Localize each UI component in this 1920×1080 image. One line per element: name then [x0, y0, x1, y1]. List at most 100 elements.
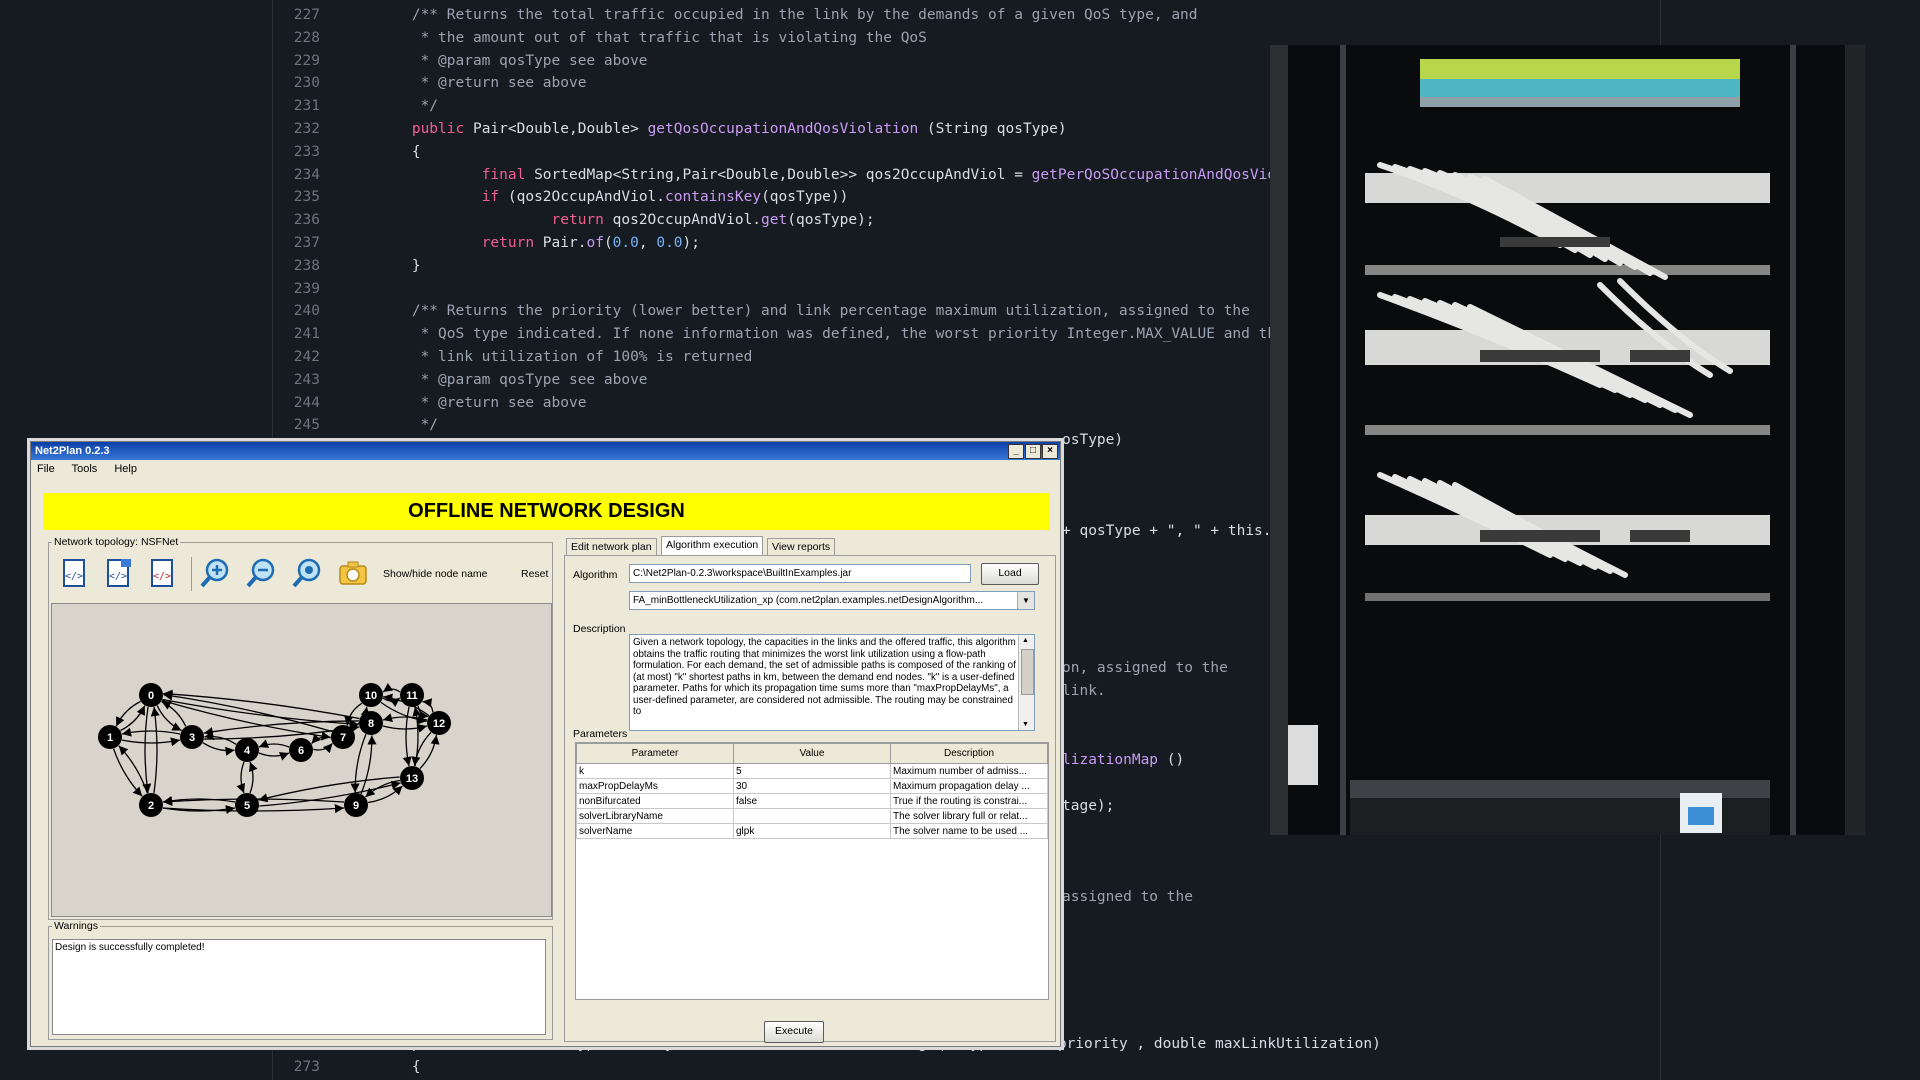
menu-bar: File Tools Help: [31, 460, 1060, 478]
screenshot-icon[interactable]: [337, 557, 369, 589]
description-text[interactable]: Given a network topology, the capacities…: [629, 634, 1035, 731]
menu-help[interactable]: Help: [114, 463, 137, 475]
scrollbar-thumb[interactable]: [1021, 649, 1034, 695]
topology-link[interactable]: [150, 706, 160, 794]
reset-button[interactable]: Reset: [521, 568, 548, 580]
column-description[interactable]: Description: [890, 743, 1048, 764]
topology-link[interactable]: [156, 705, 182, 732]
column-value[interactable]: Value: [733, 743, 891, 764]
param-description-cell: Maximum number of admiss...: [890, 763, 1048, 779]
topology-node[interactable]: 10: [359, 683, 383, 707]
topology-node[interactable]: 13: [400, 766, 424, 790]
node-label: 3: [189, 732, 195, 744]
zoom-out-icon[interactable]: [245, 557, 277, 589]
code-text: * link utilization of 100% is returned: [342, 349, 753, 365]
svg-text:</>: </>: [153, 571, 171, 582]
topology-node[interactable]: 6: [289, 738, 313, 762]
topology-node[interactable]: 3: [180, 725, 204, 749]
topology-node[interactable]: 9: [344, 793, 368, 817]
topology-link[interactable]: [419, 734, 440, 770]
node-label: 1: [107, 732, 113, 744]
menu-file[interactable]: File: [37, 463, 55, 475]
line-number: 238: [293, 257, 320, 274]
menu-tools[interactable]: Tools: [72, 463, 98, 475]
scroll-up-icon[interactable]: ▲: [1022, 635, 1029, 647]
load-design-icon[interactable]: </>: [59, 557, 91, 589]
window-titlebar[interactable]: Net2Plan 0.2.3 _ □ ×: [31, 442, 1060, 460]
topology-node[interactable]: 8: [359, 711, 383, 735]
topology-link[interactable]: [204, 731, 237, 745]
line-number: 227: [293, 7, 320, 23]
column-parameter[interactable]: Parameter: [576, 743, 734, 764]
table-row[interactable]: k 5 Maximum number of admiss...: [576, 763, 1048, 779]
topology-link[interactable]: [202, 742, 235, 756]
topology-node[interactable]: 0: [139, 683, 163, 707]
chevron-down-icon[interactable]: ▼: [1017, 592, 1034, 609]
param-value-cell[interactable]: false: [733, 793, 891, 809]
code-fragment: + qosType + ", " + this.c: [1062, 523, 1281, 539]
code-text: }: [342, 257, 421, 274]
code-fragment: assigned to the: [1062, 889, 1193, 905]
topology-link[interactable]: [368, 785, 403, 804]
toolbar-separator: [191, 557, 192, 591]
warnings-panel: Warnings Design is successfully complete…: [48, 920, 553, 1040]
zoom-in-icon[interactable]: [199, 557, 231, 589]
topology-link[interactable]: [382, 724, 428, 733]
topology-link[interactable]: [249, 761, 258, 794]
table-row[interactable]: nonBifurcated false True if the routing is…: [576, 793, 1048, 809]
close-button[interactable]: ×: [1042, 444, 1058, 459]
topology-label: Network topology: NSFNet: [52, 536, 181, 548]
execute-button[interactable]: Execute: [764, 1021, 824, 1043]
param-value-cell[interactable]: 30: [733, 778, 891, 794]
node-label: 13: [406, 773, 418, 785]
topology-node[interactable]: 11: [400, 683, 424, 707]
table-row[interactable]: solverName glpk The solver name to be used…: [576, 823, 1048, 839]
topology-link[interactable]: [120, 705, 146, 732]
table-row[interactable]: maxPropDelayMs 30 Maximum propagation dela…: [576, 778, 1048, 794]
topology-link[interactable]: [115, 700, 141, 727]
param-value-cell[interactable]: [733, 808, 891, 824]
topology-link[interactable]: [258, 739, 290, 748]
load-traffic-icon[interactable]: </>: [147, 557, 179, 589]
topology-link[interactable]: [422, 698, 434, 713]
topology-link[interactable]: [365, 779, 400, 798]
code-text: if (qos2OccupAndViol.containsKey(qosType…: [481, 189, 849, 206]
maximize-button[interactable]: □: [1025, 444, 1041, 459]
scroll-down-icon[interactable]: ▼: [1022, 719, 1029, 731]
param-value-cell[interactable]: glpk: [733, 823, 891, 839]
tab-algorithm-execution[interactable]: Algorithm execution: [661, 536, 764, 556]
warnings-label: Warnings: [52, 920, 100, 932]
tab-view-reports[interactable]: View reports: [767, 538, 836, 556]
node-label: 2: [148, 800, 154, 812]
code-text: /** Returns the priority (lower better) …: [342, 303, 1250, 320]
topology-link[interactable]: [311, 733, 331, 745]
description-scrollbar[interactable]: ▲ ▼: [1018, 635, 1034, 730]
minimize-button[interactable]: _: [1008, 444, 1024, 459]
save-design-icon[interactable]: </>: [103, 557, 135, 589]
tab-edit-network-plan[interactable]: Edit network plan: [566, 538, 657, 556]
topology-node[interactable]: 2: [139, 793, 163, 817]
topology-node[interactable]: 1: [98, 725, 122, 749]
node-label: 4: [244, 745, 251, 757]
algorithm-class-select[interactable]: FA_minBottleneckUtilization_xp (com.net2…: [629, 591, 1035, 610]
param-value-cell[interactable]: 5: [733, 763, 891, 779]
topology-link[interactable]: [258, 752, 290, 761]
topology-node[interactable]: 4: [235, 738, 259, 762]
topology-node[interactable]: 5: [235, 793, 259, 817]
zoom-all-icon[interactable]: [291, 557, 323, 589]
topology-node[interactable]: 7: [331, 725, 355, 749]
topology-link[interactable]: [313, 742, 333, 754]
load-button[interactable]: Load: [981, 563, 1039, 585]
algorithm-path-field[interactable]: C:\Net2Plan-0.2.3\workspace\BuiltInExamp…: [629, 564, 971, 583]
show-hide-node-names-button[interactable]: Show/hide node name: [383, 568, 488, 580]
topology-canvas[interactable]: 0 1 2 3 4 5 6 7 8 9 10 11 12 13: [51, 603, 552, 917]
topology-link[interactable]: [121, 737, 181, 747]
table-row[interactable]: solverLibraryName The solver library full…: [576, 808, 1048, 824]
topology-link[interactable]: [121, 727, 181, 737]
topology-link[interactable]: [142, 706, 152, 794]
topology-link[interactable]: [161, 700, 187, 727]
topology-link[interactable]: [236, 761, 245, 794]
line-number: 231: [293, 98, 320, 115]
topology-link[interactable]: [382, 683, 401, 693]
topology-node[interactable]: 12: [427, 711, 451, 735]
